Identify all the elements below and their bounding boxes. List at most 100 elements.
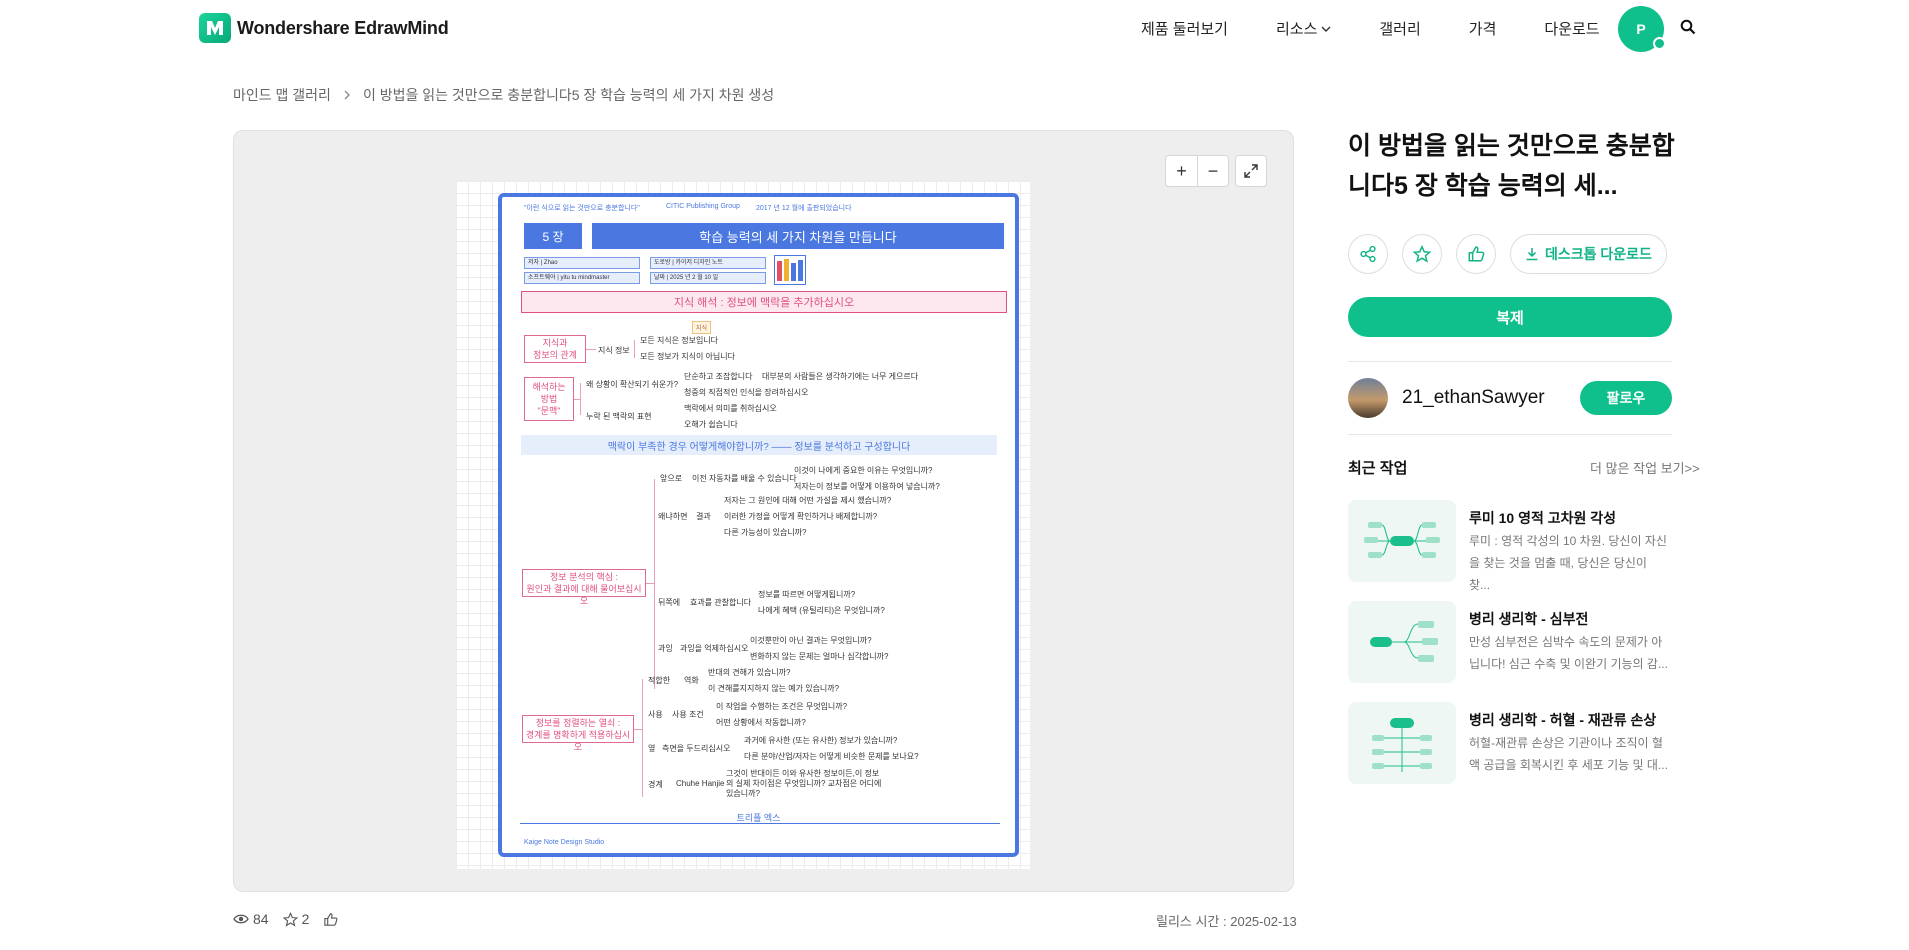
map-node-3-leaf: 이전 자동차를 배울 수 있습니다 — [692, 474, 797, 483]
map-node-4-leaf: 과거에 유사한 (또는 유사한) 정보가 있습니까? — [744, 736, 898, 745]
map-node-4-leaf: 반대의 견해가 있습니까? — [708, 668, 791, 677]
map-node-4-branch: 옆 — [648, 744, 656, 753]
map-node-3-leaf: 저자는 그 원인에 대해 어떤 가설을 제시 했습니까? — [724, 496, 892, 505]
map-node-3-branch: 효과를 관찰합니다 — [690, 598, 752, 607]
map-node-4-branch: Chuhe Hanjie — [676, 779, 725, 788]
nav-gallery[interactable]: 갤러리 — [1379, 18, 1420, 39]
map-node-2-leaf: 오해가 쉽습니다 — [684, 420, 738, 429]
recent-work-item[interactable]: 루미 10 영적 고차원 각성 루미 : 영적 각성의 10 차원. 당신이 자… — [1348, 500, 1678, 592]
work-title[interactable]: 루미 10 영적 고차원 각성 — [1469, 508, 1616, 528]
work-thumbnail[interactable] — [1348, 601, 1456, 683]
like-button[interactable] — [1456, 234, 1496, 274]
mindmap-thumbnail-icon — [1370, 621, 1438, 662]
thumbs-up-icon — [1468, 246, 1485, 262]
views-value: 84 — [253, 911, 269, 927]
recent-work-item[interactable]: 병리 생리학 - 심부전 만성 심부전은 심박수 속도의 문제가 아닙니다! 심… — [1348, 601, 1678, 683]
books-icon — [774, 255, 806, 285]
map-node-3-leaf: 이러한 가정을 어떻게 확인하거나 배제합니까? — [724, 512, 878, 521]
brand-name: Wondershare EdrawMind — [237, 17, 449, 38]
map-section-2: 맥락이 부족한 경우 어떻게해야합니까? —— 정보를 분석하고 구성합니다 — [521, 435, 997, 455]
breadcrumb-root[interactable]: 마인드 맵 갤러리 — [233, 85, 331, 105]
map-node-2-leaf: 대부분의 사람들은 생각하기에는 너무 게으르다 — [762, 372, 919, 381]
map-node-4: 정보를 정렬하는 열쇠 : 경계를 명확하게 적용하십시오 — [522, 715, 634, 752]
work-thumbnail[interactable] — [1348, 702, 1456, 784]
map-node-4-leaf: 그것이 반대이든 이와 유사한 정보이든,이 정보의 실제 차이점은 무엇입니까… — [726, 769, 882, 798]
map-meta-date: 날짜 | 2025 년 2 월 10 일 — [650, 272, 766, 284]
map-node-1-leaf: 모든 지식은 정보입니다 — [640, 336, 719, 345]
desktop-download-button[interactable]: 데스크톱 다운로드 — [1510, 234, 1667, 274]
favorite-button[interactable] — [1402, 234, 1442, 274]
zoom-out-button[interactable]: − — [1197, 156, 1228, 186]
author-avatar[interactable] — [1348, 378, 1388, 418]
map-node-4-branch: 측면을 두드리십시오 — [662, 744, 731, 753]
download-icon — [1526, 248, 1538, 261]
nav-download[interactable]: 다운로드 — [1544, 18, 1599, 39]
map-node-4-branch: 적합한 — [648, 676, 671, 685]
nav-resources[interactable]: 리소스 — [1276, 18, 1331, 39]
duplicate-button[interactable]: 복제 — [1348, 297, 1672, 337]
map-node-3-leaf: 변화하지 않는 문제는 얼마나 심각합니까? — [750, 652, 889, 661]
author-name[interactable]: 21_ethanSawyer — [1402, 387, 1545, 409]
map-node-4-leaf: 이 견해를지지하지 않는 예가 있습니까? — [708, 684, 840, 693]
map-node-4-leaf: 어떤 상황에서 작동합니까? — [716, 718, 806, 727]
chevron-right-icon — [344, 90, 350, 100]
map-node-2: 해석하는 방법 "문맥" — [524, 377, 574, 421]
map-footer-studio: Kaige Note Design Studio — [524, 839, 605, 846]
map-meta-author: 저자 | Zhao — [524, 257, 640, 269]
map-meta-designer: 도로방 | 카이저 디자인 노트 — [650, 257, 766, 269]
map-node-2-branch: 누락 된 맥락의 표현 — [586, 412, 652, 421]
brand-logo[interactable]: Wondershare EdrawMind — [199, 13, 449, 43]
page-title: 이 방법을 읽는 것만으로 충분합니다5 장 학습 능력의 세... — [1348, 132, 1675, 200]
divider — [1348, 361, 1672, 362]
release-time: 릴리스 시간 : 2025-02-13 — [1156, 914, 1297, 929]
work-description: 만성 심부전은 심박수 속도의 문제가 아닙니다! 심근 수축 및 이완기 기능… — [1469, 635, 1668, 671]
desktop-download-label: 데스크톱 다운로드 — [1545, 246, 1652, 262]
search-icon[interactable] — [1680, 19, 1696, 40]
mindmap-thumbnail-icon — [1364, 522, 1440, 558]
map-node-1: 지식과 정보의 관계 — [524, 335, 586, 363]
share-button[interactable] — [1348, 234, 1388, 274]
map-node-4-branch: 역화 — [684, 676, 699, 685]
map-node-4-branch: 사용 — [648, 710, 663, 719]
map-node-3-branch: 결과 — [696, 512, 711, 521]
map-node-3-branch: 왜냐하면 — [658, 512, 688, 521]
map-node-3-leaf: 이것뿐만이 아닌 결과는 무엇입니까? — [750, 636, 872, 645]
recent-works-title: 최근 작업 — [1348, 460, 1408, 477]
map-node-4-leaf: 다른 분야/산업/저자는 어떻게 비슷한 문제를 보나요? — [744, 752, 919, 761]
map-source: "이런 식으로 읽는 것만으로 충분합니다" — [524, 205, 640, 212]
nav-product-tour[interactable]: 제품 둘러보기 — [1141, 18, 1228, 39]
follow-button[interactable]: 팔로우 — [1580, 381, 1672, 415]
map-chapter: 5 장 — [524, 223, 582, 249]
map-node-3-branch: 앞으로 — [660, 474, 683, 483]
map-node-2-leaf: 청중의 직접적인 인식을 장려하십시오 — [684, 388, 809, 397]
work-thumbnail[interactable] — [1348, 500, 1456, 582]
nav-pricing[interactable]: 가격 — [1469, 18, 1497, 39]
author-info[interactable]: 21_ethanSawyer — [1348, 378, 1545, 418]
map-node-1-leaf: 모든 정보가 지식이 아닙니다 — [640, 352, 735, 361]
like-button[interactable] — [323, 912, 338, 927]
map-node-3-branch: 과잉 — [658, 644, 673, 653]
recent-work-item[interactable]: 병리 생리학 - 허혈 - 재관류 손상 허혈-재관류 손상은 기관이나 조직이… — [1348, 702, 1678, 784]
breadcrumb: 마인드 맵 갤러리 이 방법을 읽는 것만으로 충분합니다5 장 학습 능력의 … — [233, 85, 774, 105]
map-node-2-leaf: 맥락에서 의미를 취하십시오 — [684, 404, 777, 413]
share-icon — [1360, 245, 1376, 263]
thumbs-up-icon — [324, 912, 338, 926]
mindmap-preview[interactable]: + − "이런 식으로 읽는 것만으로 충분합니다" CITIC Publish… — [233, 130, 1294, 892]
stars-count[interactable]: 2 — [282, 911, 309, 927]
map-node-3-leaf: 다른 가능성이 있습니까? — [724, 528, 807, 537]
fullscreen-button[interactable] — [1235, 155, 1267, 187]
map-heading: 학습 능력의 세 가지 차원을 만듭니다 — [592, 223, 1004, 249]
divider — [1348, 434, 1672, 435]
map-section-1: 지식 해석 : 정보에 맥락을 추가하십시오 — [521, 291, 1007, 313]
work-description: 허혈-재관류 손상은 기관이나 조직이 혈액 공급을 회복시킨 후 세포 기능 … — [1469, 736, 1668, 772]
map-node-2-leaf: 단순하고 조잡합니다 — [684, 372, 753, 381]
zoom-in-button[interactable]: + — [1166, 156, 1197, 186]
avatar-letter: P — [1636, 21, 1646, 37]
work-title[interactable]: 병리 생리학 - 심부전 — [1469, 609, 1588, 629]
user-avatar[interactable]: P — [1618, 6, 1666, 52]
map-node-3-leaf: 정보를 따르면 어떻게됩니까? — [758, 590, 856, 599]
work-title[interactable]: 병리 생리학 - 허혈 - 재관류 손상 — [1469, 710, 1656, 730]
chevron-down-icon — [1321, 26, 1331, 32]
more-works-link[interactable]: 더 많은 작업 보기>> — [1590, 458, 1700, 477]
mindmap-canvas: "이런 식으로 읽는 것만으로 충분합니다" CITIC Publishing … — [456, 181, 1030, 869]
